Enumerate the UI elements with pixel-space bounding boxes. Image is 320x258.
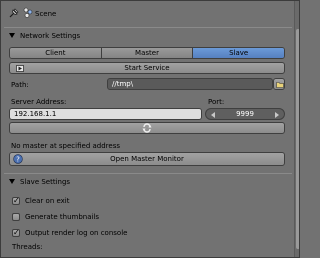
scene-icon [23, 7, 33, 18]
clear-on-exit-option[interactable]: ✓ Clear on exit [12, 196, 70, 206]
slave-settings-title: Slave Settings [20, 178, 71, 186]
status-text: No master at specified address [11, 142, 120, 150]
svg-text:?: ? [16, 156, 20, 164]
breadcrumb-scene: Scene [35, 10, 57, 18]
start-service-label: Start Service [124, 64, 170, 72]
checkmark-icon: ✓ [13, 228, 20, 237]
checkmark-icon: ✓ [13, 196, 20, 205]
generate-thumbnails-option[interactable]: Generate thumbnails [12, 212, 99, 222]
output-render-log-label: Output render log on console [25, 229, 128, 237]
pin-icon[interactable] [9, 8, 19, 18]
network-settings-panel: Network Settings Client Master Slave Sta… [4, 27, 292, 172]
port-value: 9999 [236, 110, 254, 118]
open-master-monitor-label: Open Master Monitor [110, 155, 184, 163]
mode-selector: Client Master Slave [9, 47, 285, 59]
open-master-monitor-button[interactable]: ? Open Master Monitor [9, 152, 285, 166]
vertical-scrollbar[interactable] [294, 1, 299, 257]
increment-arrow-icon[interactable] [275, 112, 279, 118]
port-stepper[interactable]: 9999 [205, 108, 285, 120]
folder-icon [276, 82, 284, 88]
browse-folder-button[interactable] [273, 78, 285, 90]
start-service-button[interactable]: Start Service [9, 62, 285, 74]
output-render-log-checkbox[interactable]: ✓ [12, 228, 20, 237]
server-address-label: Server Address: [11, 98, 67, 106]
port-label: Port: [208, 98, 225, 106]
path-input[interactable]: //tmp\ [107, 78, 273, 90]
slave-settings-header[interactable]: Slave Settings [4, 174, 292, 190]
slave-settings-panel: Slave Settings ✓ Clear on exit Generate … [4, 173, 292, 257]
generate-thumbnails-label: Generate thumbnails [25, 213, 100, 221]
triangle-down-icon [9, 179, 15, 184]
clear-on-exit-checkbox[interactable]: ✓ [12, 196, 20, 205]
properties-window: Scene Network Settings Client Master Sla… [0, 0, 300, 258]
threads-label: Threads: [12, 243, 43, 251]
mode-client-button[interactable]: Client [10, 48, 102, 58]
clear-on-exit-label: Clear on exit [25, 197, 70, 205]
scrollbar-thumb[interactable] [296, 29, 299, 249]
network-settings-header[interactable]: Network Settings [4, 28, 292, 44]
refresh-icon [142, 123, 152, 133]
triangle-down-icon [9, 33, 15, 38]
path-label: Path: [11, 81, 29, 89]
play-icon [16, 65, 24, 72]
generate-thumbnails-checkbox[interactable] [12, 213, 20, 221]
context-header: Scene [1, 1, 294, 27]
refresh-button[interactable] [9, 122, 285, 134]
server-address-input[interactable]: 192.168.1.1 [9, 108, 202, 120]
help-icon: ? [13, 154, 23, 164]
decrement-arrow-icon[interactable] [211, 112, 215, 118]
mode-slave-button[interactable]: Slave [193, 48, 284, 58]
network-settings-title: Network Settings [20, 32, 81, 40]
mode-master-button[interactable]: Master [101, 48, 194, 58]
output-render-log-option[interactable]: ✓ Output render log on console [12, 228, 127, 238]
